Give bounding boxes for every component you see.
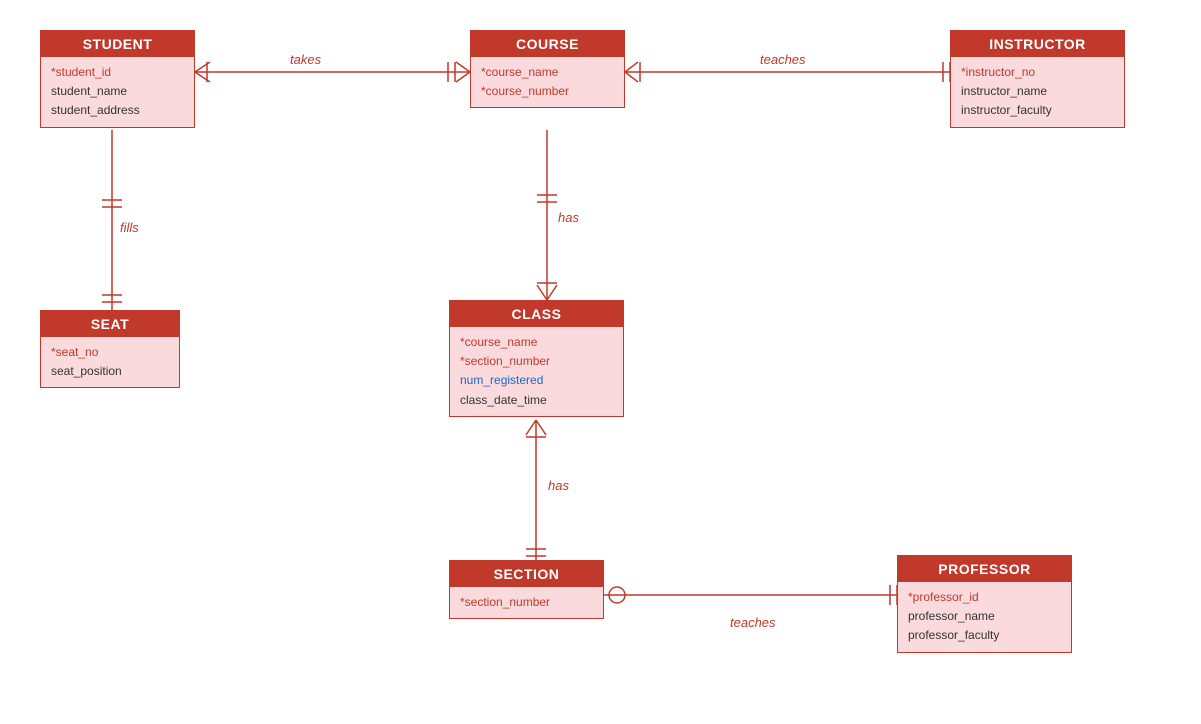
- instructor-body: *instructor_no instructor_name instructo…: [951, 57, 1124, 127]
- professor-field-1: professor_name: [908, 607, 1061, 626]
- entity-section: SECTION *section_number: [449, 560, 604, 619]
- professor-header: PROFESSOR: [898, 556, 1071, 582]
- seat-field-0: *seat_no: [51, 343, 169, 362]
- entity-instructor: INSTRUCTOR *instructor_no instructor_nam…: [950, 30, 1125, 128]
- instructor-field-0: *instructor_no: [961, 63, 1114, 82]
- professor-field-0: *professor_id: [908, 588, 1061, 607]
- course-header: COURSE: [471, 31, 624, 57]
- class-field-1: *section_number: [460, 352, 613, 371]
- entity-professor: PROFESSOR *professor_id professor_name p…: [897, 555, 1072, 653]
- section-header: SECTION: [450, 561, 603, 587]
- student-field-0: *student_id: [51, 63, 184, 82]
- professor-field-2: professor_faculty: [908, 626, 1061, 645]
- entity-seat: SEAT *seat_no seat_position: [40, 310, 180, 388]
- student-field-1: student_name: [51, 82, 184, 101]
- entity-student: STUDENT *student_id student_name student…: [40, 30, 195, 128]
- diagram-container: takes teaches fills has has teaches STUD…: [0, 0, 1201, 724]
- class-header: CLASS: [450, 301, 623, 327]
- class-field-2: num_registered: [460, 371, 613, 390]
- course-field-1: *course_number: [481, 82, 614, 101]
- course-field-0: *course_name: [481, 63, 614, 82]
- label-teaches-instructor: teaches: [760, 52, 806, 67]
- section-body: *section_number: [450, 587, 603, 618]
- entity-class: CLASS *course_name *section_number num_r…: [449, 300, 624, 417]
- label-fills: fills: [120, 220, 139, 235]
- seat-body: *seat_no seat_position: [41, 337, 179, 387]
- instructor-field-2: instructor_faculty: [961, 101, 1114, 120]
- class-body: *course_name *section_number num_registe…: [450, 327, 623, 416]
- label-has-class-section: has: [548, 478, 569, 493]
- professor-body: *professor_id professor_name professor_f…: [898, 582, 1071, 652]
- instructor-header: INSTRUCTOR: [951, 31, 1124, 57]
- section-field-0: *section_number: [460, 593, 593, 612]
- course-body: *course_name *course_number: [471, 57, 624, 107]
- entity-course: COURSE *course_name *course_number: [470, 30, 625, 108]
- label-takes: takes: [290, 52, 321, 67]
- seat-header: SEAT: [41, 311, 179, 337]
- student-header: STUDENT: [41, 31, 194, 57]
- label-teaches-professor: teaches: [730, 615, 776, 630]
- class-field-3: class_date_time: [460, 391, 613, 410]
- class-field-0: *course_name: [460, 333, 613, 352]
- student-field-2: student_address: [51, 101, 184, 120]
- instructor-field-1: instructor_name: [961, 82, 1114, 101]
- label-has-course-class: has: [558, 210, 579, 225]
- seat-field-1: seat_position: [51, 362, 169, 381]
- student-body: *student_id student_name student_address: [41, 57, 194, 127]
